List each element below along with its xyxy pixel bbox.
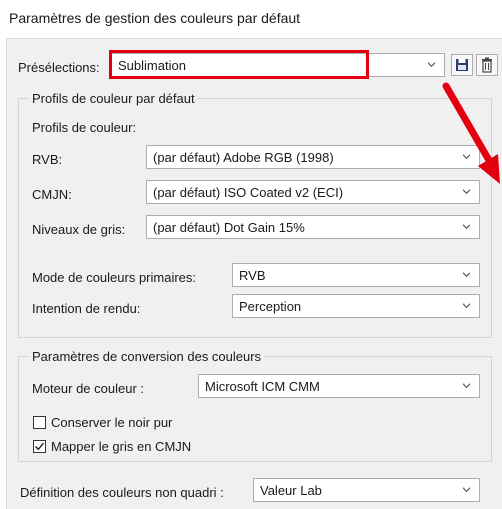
default-profiles-group-title: Profils de couleur par défaut: [29, 91, 198, 106]
grayscale-profile-value: (par défaut) Dot Gain 15%: [153, 220, 305, 235]
cmyk-profile-value: (par défaut) ISO Coated v2 (ECI): [153, 185, 344, 200]
primary-mode-value: RVB: [239, 268, 266, 283]
color-engine-label: Moteur de couleur :: [32, 381, 145, 396]
keep-pure-black-checkbox[interactable]: [33, 416, 46, 429]
grayscale-label: Niveaux de gris:: [32, 222, 126, 237]
save-icon: [456, 59, 468, 71]
spot-colors-label: Définition des couleurs non quadri :: [20, 485, 224, 500]
grayscale-profile-dropdown[interactable]: (par défaut) Dot Gain 15%: [146, 215, 480, 239]
presets-label: Présélections:: [18, 60, 100, 75]
rendering-intent-value: Perception: [239, 299, 302, 314]
chevron-down-icon: [463, 303, 470, 308]
save-preset-button[interactable]: [451, 54, 473, 76]
preset-highlight-box: [109, 50, 369, 79]
chevron-down-icon: [428, 62, 435, 67]
color-engine-value: Microsoft ICM CMM: [205, 379, 320, 394]
primary-mode-dropdown[interactable]: RVB: [232, 263, 480, 287]
primary-mode-label: Mode de couleurs primaires:: [32, 270, 197, 285]
chevron-down-icon: [463, 224, 470, 229]
keep-pure-black-label: Conserver le noir pur: [51, 415, 173, 430]
cmyk-label: CMJN:: [32, 187, 72, 202]
spot-colors-dropdown[interactable]: Valeur Lab: [253, 478, 480, 502]
spot-colors-value: Valeur Lab: [260, 483, 322, 498]
rendering-intent-label: Intention de rendu:: [32, 301, 141, 316]
conversion-group-title: Paramètres de conversion des couleurs: [29, 349, 265, 364]
annotation-arrow-icon: [442, 82, 500, 184]
checkmark-icon: [35, 442, 45, 451]
profiles-subheading: Profils de couleur:: [32, 120, 137, 135]
chevron-down-icon: [463, 487, 470, 492]
cmyk-profile-dropdown[interactable]: (par défaut) ISO Coated v2 (ECI): [146, 180, 480, 204]
chevron-down-icon: [463, 383, 470, 388]
rgb-profile-dropdown[interactable]: (par défaut) Adobe RGB (1998): [146, 145, 480, 169]
rgb-label: RVB:: [32, 152, 63, 167]
map-gray-cmyk-checkbox[interactable]: [33, 440, 46, 453]
trash-icon: [482, 57, 492, 73]
delete-preset-button[interactable]: [476, 54, 498, 76]
dialog-title: Paramètres de gestion des couleurs par d…: [9, 10, 301, 26]
rendering-intent-dropdown[interactable]: Perception: [232, 294, 480, 318]
chevron-down-icon: [463, 272, 470, 277]
rgb-profile-value: (par défaut) Adobe RGB (1998): [153, 150, 334, 165]
color-engine-dropdown[interactable]: Microsoft ICM CMM: [198, 374, 480, 398]
map-gray-cmyk-label: Mapper le gris en CMJN: [51, 439, 192, 454]
